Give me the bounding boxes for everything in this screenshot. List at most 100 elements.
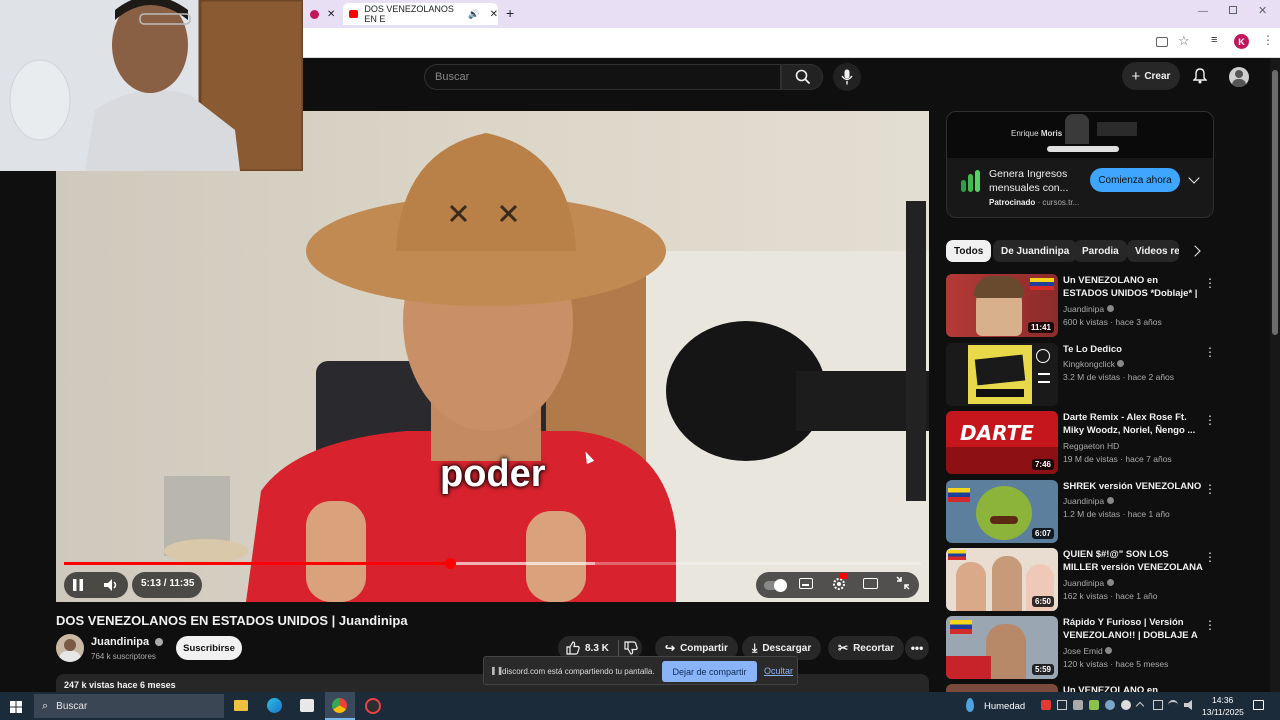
profile-avatar[interactable]: K (1234, 34, 1249, 49)
chevron-up-icon[interactable] (1135, 701, 1145, 711)
settings-gear-icon[interactable] (831, 573, 848, 592)
install-app-icon[interactable] (1156, 37, 1168, 47)
hide-banner-link[interactable]: Ocultar (764, 666, 793, 676)
search-input[interactable]: Buscar (424, 64, 781, 90)
search-button[interactable] (781, 64, 823, 90)
search-icon (795, 69, 811, 85)
clip-button[interactable]: ✂ Recortar (828, 636, 905, 660)
restore-icon[interactable] (1229, 6, 1237, 14)
recommendation-thumbnail[interactable]: 6:07 (946, 480, 1058, 543)
video-player[interactable]: poder 5:13 / 11:35 (56, 111, 929, 602)
notifications-icon[interactable] (1253, 700, 1264, 710)
recommendation-item[interactable]: Te Lo Dedico Kingkongclick 3.2 M de vist… (946, 343, 1216, 407)
tab-youtube-video[interactable]: DOS VENEZOLANOS EN E 🔊 ✕ (343, 3, 498, 25)
chip-from-channel[interactable]: De Juandinipa (993, 240, 1078, 262)
speaker-tray-icon[interactable] (1184, 700, 1192, 710)
chip-all[interactable]: Todos (946, 240, 992, 262)
fullscreen-exit-icon[interactable] (896, 576, 910, 590)
recommendation-item[interactable]: DARTE 7:46 Darte Remix - Alex Rose Ft. M… (946, 411, 1216, 475)
taskbar-search[interactable]: ⌕ Buscar (34, 694, 224, 718)
weather-icon[interactable] (966, 698, 974, 712)
recording-tray-icon[interactable] (1041, 700, 1051, 710)
subscriber-count: 764 k suscriptores (91, 652, 156, 661)
wifi-icon[interactable] (1168, 700, 1178, 710)
app-tray-icon[interactable] (1089, 700, 1099, 710)
browser-menu-icon[interactable]: ⋮ (1262, 33, 1274, 47)
app-tray-icon[interactable] (1121, 700, 1131, 710)
more-options-icon[interactable]: ⋮ (1204, 345, 1216, 359)
channel-avatar[interactable] (56, 634, 84, 662)
chip-next-chevron-icon[interactable] (1189, 245, 1201, 257)
steam-tray-icon[interactable] (1105, 700, 1115, 710)
more-options-icon[interactable]: ⋮ (1204, 413, 1216, 427)
tab-pinned-recording[interactable]: ✕ (306, 3, 338, 25)
progress-bar[interactable] (64, 558, 921, 569)
stop-sharing-button[interactable]: Dejar de compartir (662, 661, 757, 682)
more-options-icon[interactable]: ⋮ (1204, 618, 1216, 632)
recommendation-thumbnail[interactable]: 6:50 (946, 548, 1058, 611)
store-icon[interactable] (300, 699, 314, 712)
chevron-down-icon[interactable] (1188, 172, 1200, 184)
tab-close-icon[interactable]: ✕ (490, 9, 498, 20)
recommendation-item[interactable]: Un VENEZOLANO en ESTADOS (946, 684, 1216, 692)
recommendation-item[interactable]: 11:41 Un VENEZOLANO en ESTADOS UNIDOS *D… (946, 274, 1216, 338)
weather-label[interactable]: Humedad (984, 701, 1025, 712)
create-button[interactable]: + Crear (1122, 62, 1180, 90)
monitor-tray-icon[interactable] (1153, 700, 1163, 710)
recommendation-thumbnail[interactable] (946, 343, 1058, 406)
add-to-queue-icon[interactable] (1038, 373, 1050, 383)
ad-cta-button[interactable]: Comienza ahora (1090, 168, 1180, 192)
autoplay-knob-icon (774, 579, 787, 592)
recommendation-thumbnail[interactable]: DARTE 7:46 (946, 411, 1058, 474)
app-tray-icon[interactable] (1073, 700, 1083, 710)
download-icon: ⤓ (752, 640, 758, 655)
clock-date[interactable]: 13/11/2025 (1202, 707, 1244, 717)
recommendation-thumbnail[interactable]: 11:41 (946, 274, 1058, 337)
chip-related[interactable]: Videos rel (1127, 240, 1179, 262)
windows-start-icon[interactable] (10, 700, 22, 713)
recommendation-item[interactable]: 6:50 QUIEN $#!@" SON LOS MILLER versión … (946, 548, 1216, 612)
more-actions-button[interactable]: ••• (905, 636, 929, 660)
watch-later-clock-icon[interactable] (1036, 349, 1050, 363)
autoplay-toggle[interactable] (764, 579, 787, 592)
file-explorer-icon[interactable] (234, 700, 248, 711)
discord-taskbar-icon[interactable] (365, 698, 381, 714)
caption-text: poder (440, 453, 546, 495)
recommendation-item[interactable]: 5:59 Rápido Y Furioso | Versión VENEZOLA… (946, 616, 1216, 680)
microphone-icon (841, 69, 853, 85)
close-window-icon[interactable]: ✕ (1258, 4, 1267, 17)
recommendation-thumbnail[interactable] (946, 684, 1058, 692)
network-off-tray-icon[interactable] (1057, 700, 1067, 710)
volume-button[interactable] (101, 575, 121, 595)
theater-mode-icon[interactable] (863, 578, 878, 589)
sponsored-ad-card[interactable]: Enrique Moris Genera Ingresos mensuales … (946, 111, 1214, 218)
download-label: Descargar (762, 642, 812, 654)
chip-parody[interactable]: Parodia (1074, 240, 1127, 262)
bookmark-star-icon[interactable]: ☆ (1178, 33, 1190, 49)
chrome-taskbar-item[interactable] (325, 692, 355, 720)
subscribe-button[interactable]: Suscribirse (176, 636, 242, 660)
more-options-icon[interactable]: ⋮ (1204, 276, 1216, 290)
new-tab-button[interactable]: + (506, 5, 514, 21)
more-options-icon[interactable]: ⋮ (1204, 482, 1216, 496)
page-scrollbar[interactable] (1270, 58, 1280, 692)
clock-time[interactable]: 14:36 (1212, 695, 1233, 705)
recommendation-item[interactable]: 6:07 SHREK versión VENEZOLANO Juandinipa… (946, 480, 1216, 544)
tab-close-icon[interactable]: ✕ (327, 9, 335, 20)
speaker-icon[interactable]: 🔊 (468, 9, 479, 20)
voice-search-button[interactable] (833, 63, 861, 91)
subtitles-button[interactable] (799, 578, 813, 589)
account-avatar[interactable] (1229, 67, 1249, 87)
media-controls-icon[interactable]: ≡ (1211, 34, 1217, 46)
more-options-icon[interactable]: ⋮ (1204, 550, 1216, 564)
edge-browser-icon[interactable] (267, 698, 282, 713)
channel-name[interactable]: Juandinipa (91, 636, 164, 648)
recommendation-thumbnail[interactable]: 5:59 (946, 616, 1058, 679)
pause-button[interactable] (68, 575, 88, 595)
notifications-bell-icon[interactable] (1192, 68, 1208, 84)
progress-scrubber[interactable] (444, 558, 456, 569)
dislike-button[interactable] (624, 641, 640, 655)
minimize-icon[interactable]: — (1198, 6, 1208, 17)
progress-played (64, 562, 450, 565)
scrollbar-thumb[interactable] (1272, 70, 1278, 335)
